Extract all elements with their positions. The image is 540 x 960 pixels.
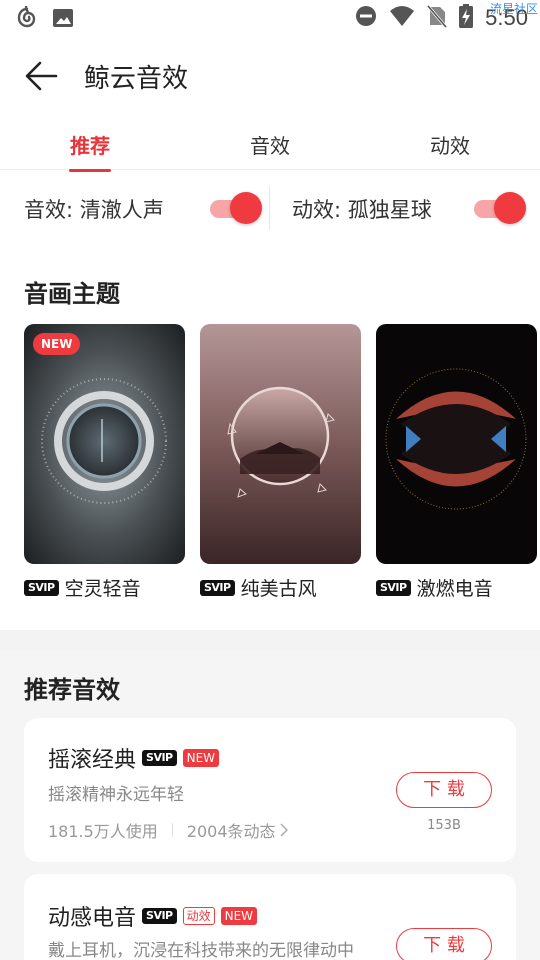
wifi-icon bbox=[389, 5, 415, 31]
theme-name: 纯美古风 bbox=[240, 578, 317, 600]
toggle-divider bbox=[269, 186, 270, 230]
effect-name: 摇滚经典 bbox=[48, 748, 137, 773]
effect-card-electro[interactable]: 动感电音 SVIP 动效 NEW 戴上耳机，沉浸在科技带来的无限律动中 下 载 bbox=[24, 874, 516, 960]
effect-title-row: 摇滚经典 SVIP NEW bbox=[48, 742, 220, 774]
svip-badge: SVIP bbox=[200, 579, 235, 596]
theme-name: 激燃电音 bbox=[416, 578, 493, 600]
effect-description: 戴上耳机，沉浸在科技带来的无限律动中 bbox=[48, 941, 354, 960]
tab-motion[interactable]: 动效 bbox=[390, 130, 510, 159]
tab-sound[interactable]: 音效 bbox=[210, 130, 330, 159]
watermark-text: 流星社区 bbox=[489, 2, 538, 16]
section-separator bbox=[0, 630, 540, 650]
battery-charging-icon bbox=[459, 4, 474, 32]
new-tag: NEW bbox=[182, 749, 220, 767]
effect-description: 摇滚精神永远年轻 bbox=[48, 785, 184, 805]
svip-badge: SVIP bbox=[142, 908, 177, 924]
effect-name: 动感电音 bbox=[48, 906, 137, 931]
sound-toggle-label: 音效: 清澈人声 bbox=[24, 198, 164, 222]
theme-cover-image bbox=[376, 324, 537, 564]
meta-divider bbox=[171, 823, 173, 837]
switch-knob bbox=[230, 192, 262, 224]
theme-card-classical[interactable] bbox=[200, 324, 361, 564]
chevron-right-icon bbox=[280, 823, 288, 837]
image-icon bbox=[52, 7, 74, 33]
effect-title-row: 动感电音 SVIP 动效 NEW bbox=[48, 900, 258, 932]
dnd-icon bbox=[355, 5, 377, 31]
download-button[interactable]: 下 载 bbox=[396, 772, 492, 808]
theme-label-electronic[interactable]: SVIP 激燃电音 bbox=[376, 574, 493, 601]
back-arrow-icon[interactable] bbox=[24, 58, 60, 94]
no-sim-icon bbox=[427, 4, 448, 32]
tab-recommend[interactable]: 推荐 bbox=[30, 130, 150, 159]
tab-indicator bbox=[69, 169, 111, 172]
theme-card-electronic[interactable] bbox=[376, 324, 537, 564]
effect-meta: 181.5万人使用 2004条动态 bbox=[48, 818, 288, 842]
page-title: 鲸云音效 bbox=[84, 64, 189, 94]
theme-cover-image bbox=[200, 324, 361, 564]
themes-section-title: 音画主题 bbox=[24, 280, 120, 308]
svip-badge: SVIP bbox=[142, 750, 177, 766]
usage-count: 181.5万人使用 bbox=[48, 822, 158, 841]
new-badge: NEW bbox=[33, 333, 81, 355]
download-button[interactable]: 下 载 bbox=[396, 928, 492, 960]
theme-cover-image bbox=[24, 324, 185, 564]
theme-label-ethereal[interactable]: SVIP 空灵轻音 bbox=[24, 574, 141, 601]
svip-badge: SVIP bbox=[376, 579, 411, 596]
theme-name: 空灵轻音 bbox=[64, 578, 141, 600]
effect-toggles: 音效: 清澈人声 动效: 孤独星球 bbox=[0, 186, 540, 232]
svip-badge: SVIP bbox=[24, 579, 59, 596]
switch-knob bbox=[494, 192, 526, 224]
download-size: 153B bbox=[427, 818, 461, 833]
motion-toggle-label: 动效: 孤独星球 bbox=[292, 198, 432, 222]
effect-card-rock[interactable]: 摇滚经典 SVIP NEW 摇滚精神永远年轻 181.5万人使用 2004条动态… bbox=[24, 718, 516, 862]
app-header: 鲸云音效 bbox=[0, 48, 540, 104]
posts-link[interactable]: 2004条动态 bbox=[187, 818, 288, 842]
motion-tag: 动效 bbox=[182, 907, 215, 925]
tab-bar: 推荐 音效 动效 bbox=[0, 120, 540, 172]
theme-label-classical[interactable]: SVIP 纯美古风 bbox=[200, 574, 317, 601]
posts-count: 2004条动态 bbox=[186, 822, 276, 841]
motion-toggle-switch[interactable] bbox=[474, 192, 526, 224]
sound-toggle-switch[interactable] bbox=[210, 192, 262, 224]
theme-card-ethereal[interactable]: NEW bbox=[24, 324, 185, 564]
new-tag: NEW bbox=[220, 907, 258, 925]
status-bar: 5:50 流星社区 bbox=[0, 0, 540, 36]
recommended-section-title: 推荐音效 bbox=[24, 676, 120, 704]
netease-music-icon bbox=[16, 5, 38, 34]
